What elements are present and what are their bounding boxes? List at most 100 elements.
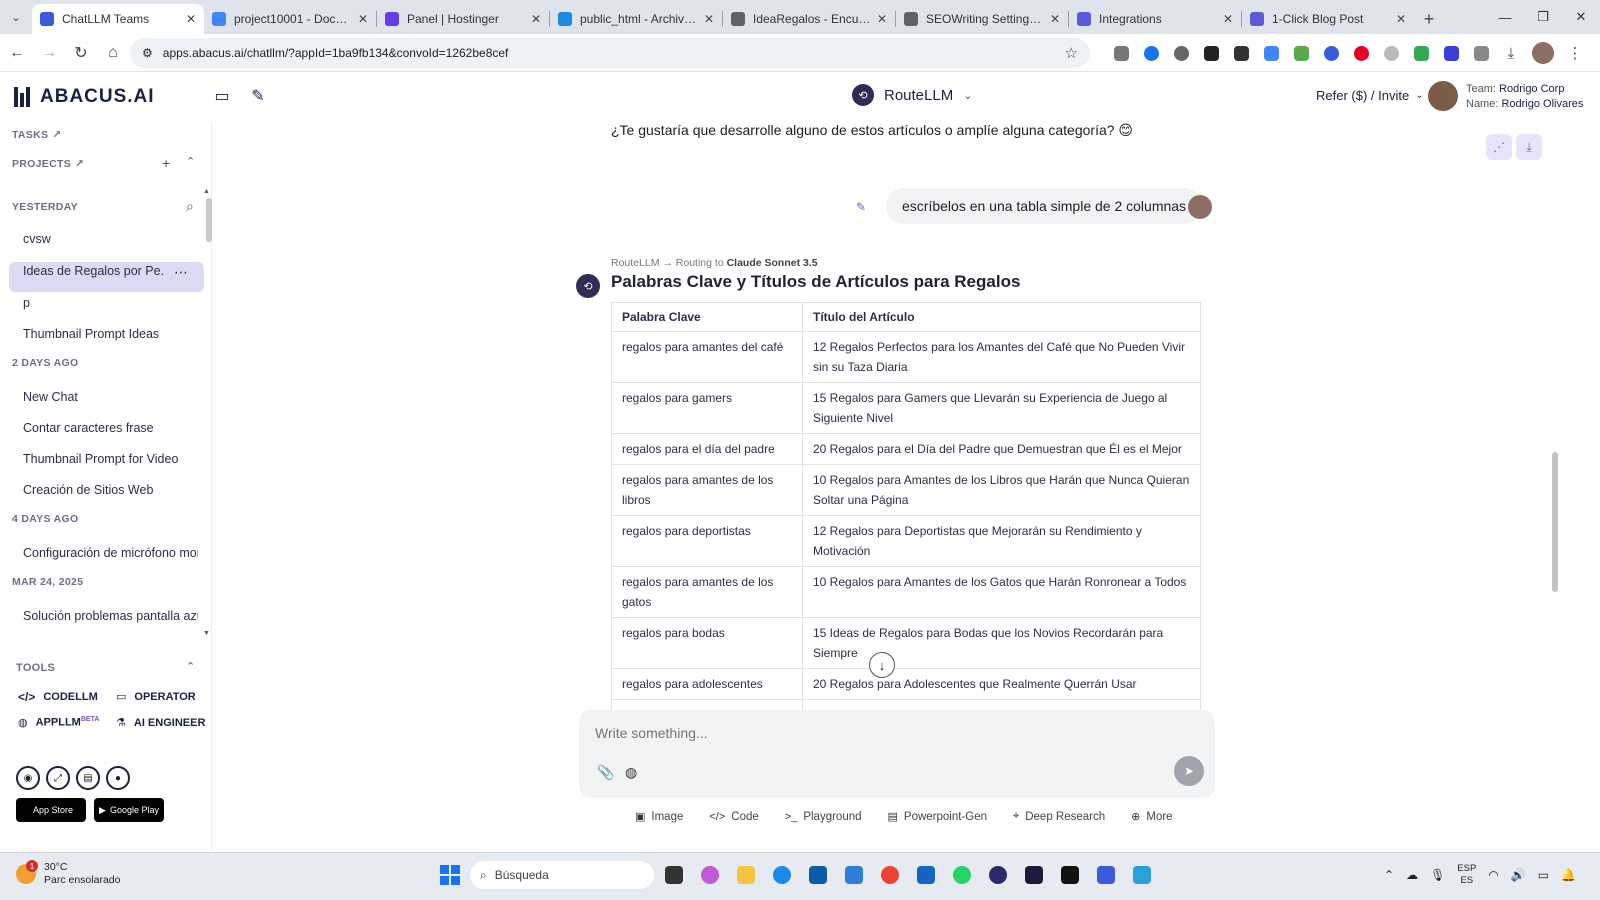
app-icon[interactable] — [1020, 861, 1048, 889]
sidebar-chat-item[interactable]: New Chat — [23, 390, 198, 404]
camera-extension-icon[interactable] — [1108, 40, 1134, 66]
store-icon[interactable] — [840, 861, 868, 889]
tab-close-icon[interactable]: ✕ — [704, 12, 714, 26]
onedrive-icon[interactable]: ☁ — [1406, 868, 1418, 882]
weather-widget[interactable]: 1 30°C Parc ensolarado — [16, 860, 120, 887]
tab-close-icon[interactable]: ✕ — [186, 12, 196, 26]
tasks-link[interactable]: TASKS ↗ — [12, 129, 61, 141]
sidebar-chat-item[interactable]: p — [23, 296, 198, 310]
sidebar-chat-item[interactable]: Solución problemas pantalla azul — [23, 609, 198, 623]
notepad-icon[interactable] — [1128, 861, 1156, 889]
collapse-tools-icon[interactable]: ⌃ — [186, 660, 195, 673]
link-icon[interactable]: ⤢ — [46, 766, 70, 790]
browser-tab[interactable]: Integrations ✕ — [1069, 4, 1241, 34]
tool-operator[interactable]: ▭ OPERATOR — [116, 690, 196, 704]
quick-action-image[interactable]: ▣ Image — [635, 810, 683, 824]
translate-icon[interactable] — [1258, 40, 1284, 66]
quick-action-deep-research[interactable]: ⌖ Deep Research — [1013, 810, 1105, 823]
tab-close-icon[interactable]: ✕ — [1396, 12, 1406, 26]
extension-icon[interactable] — [1318, 40, 1344, 66]
sidebar-chat-item[interactable]: Ideas de Regalos por Pe... — [23, 264, 163, 278]
team-info[interactable]: Team: Rodrigo Corp Name: Rodrigo Olivare… — [1466, 82, 1583, 112]
notifications-bell-icon[interactable]: 🔔 — [1561, 868, 1576, 882]
model-selector[interactable]: ⟲ RouteLLM ⌄ — [852, 84, 972, 106]
site-info-icon[interactable]: ⚙ — [142, 46, 153, 60]
browser-tab[interactable]: IdeaRegalos - Encuentra e ✕ — [723, 4, 895, 34]
sidebar-chat-item[interactable]: Configuración de micrófono mono — [23, 546, 198, 560]
tab-close-icon[interactable]: ✕ — [358, 12, 368, 26]
home-icon[interactable]: ⌂ — [98, 38, 128, 68]
tab-close-icon[interactable]: ✕ — [1223, 12, 1233, 26]
browser-tab[interactable]: project10001 - Document ✕ — [204, 4, 376, 34]
quick-action-more[interactable]: ⊕ More — [1131, 810, 1172, 824]
extension-icon[interactable] — [1438, 40, 1464, 66]
chat-options-icon[interactable]: ⋯ — [174, 264, 188, 281]
tool-appllm[interactable]: ◍ APPLLMBETA — [18, 716, 99, 729]
share-icon[interactable]: ⋰ — [1486, 134, 1512, 160]
windows-start-icon[interactable] — [440, 865, 460, 885]
search-chats-icon[interactable]: ⌕ — [186, 198, 194, 215]
scroll-to-bottom-button[interactable]: ↓ — [869, 652, 895, 678]
app-icon[interactable] — [1056, 861, 1084, 889]
task-view-icon[interactable] — [660, 861, 688, 889]
microphone-icon[interactable]: 🎙 — [1430, 868, 1445, 882]
tab-search-icon[interactable]: ⌄ — [0, 0, 32, 34]
browser-tab[interactable]: 1-Click Blog Post ✕ — [1242, 4, 1414, 34]
extension-icon[interactable] — [1408, 40, 1434, 66]
app-icon[interactable] — [912, 861, 940, 889]
extension-icon[interactable] — [1228, 40, 1254, 66]
scroll-up-icon[interactable]: ▲ — [203, 188, 210, 195]
edit-message-icon[interactable]: ✎ — [856, 200, 866, 214]
browser-tab[interactable]: ChatLLM Teams ✕ — [32, 4, 204, 34]
browser-tab[interactable]: Panel | Hostinger ✕ — [377, 4, 549, 34]
back-icon[interactable]: ← — [2, 38, 32, 68]
sidebar-chat-item[interactable]: Thumbnail Prompt Ideas — [23, 327, 198, 341]
bookmark-star-icon[interactable]: ☆ — [1065, 44, 1078, 62]
language-indicator[interactable]: ESP ES — [1457, 863, 1476, 887]
sidebar-chat-item[interactable]: cvsw — [23, 232, 198, 246]
add-project-icon[interactable]: + — [162, 155, 170, 171]
new-tab-button[interactable]: + — [1414, 4, 1444, 34]
github-icon[interactable]: ● — [106, 766, 130, 790]
volume-icon[interactable]: 🔊 — [1511, 868, 1526, 882]
discord-icon[interactable]: ◉ — [16, 766, 40, 790]
chevron-up-icon[interactable]: ⌃ — [1384, 868, 1394, 882]
sidebar-chat-item[interactable]: Creación de Sitios Web — [23, 483, 198, 497]
send-button[interactable]: ➤ — [1174, 756, 1204, 786]
restore-icon[interactable]: ❐ — [1524, 0, 1562, 34]
message-input[interactable] — [595, 720, 1175, 746]
quick-action-powerpoint-gen[interactable]: ▤ Powerpoint-Gen — [888, 810, 988, 824]
close-window-icon[interactable]: ✕ — [1562, 0, 1600, 34]
minimize-icon[interactable]: — — [1486, 0, 1524, 34]
pinterest-icon[interactable] — [1348, 40, 1374, 66]
team-avatar[interactable] — [1428, 81, 1458, 111]
extension-icon[interactable] — [1198, 40, 1224, 66]
extensions-puzzle-icon[interactable] — [1468, 40, 1494, 66]
reload-icon[interactable]: ↻ — [66, 38, 96, 68]
wifi-icon[interactable]: ◠ — [1488, 868, 1498, 882]
whatsapp-icon[interactable] — [948, 861, 976, 889]
tab-close-icon[interactable]: ✕ — [531, 12, 541, 26]
web-search-globe-icon[interactable]: ◍ — [625, 764, 637, 781]
collapse-projects-icon[interactable]: ⌃ — [186, 155, 195, 168]
extension-icon[interactable] — [1378, 40, 1404, 66]
browser-tab[interactable]: public_html - Archivos - F ✕ — [550, 4, 722, 34]
tab-close-icon[interactable]: ✕ — [877, 12, 887, 26]
extension-icon[interactable] — [1138, 40, 1164, 66]
forward-icon[interactable]: → — [34, 38, 64, 68]
new-chat-icon[interactable]: ✎ — [248, 86, 268, 106]
browser-tab[interactable]: SEOWriting Settings < ide ✕ — [896, 4, 1068, 34]
headphones-icon[interactable] — [984, 861, 1012, 889]
address-bar[interactable]: ⚙ apps.abacus.ai/chatllm/?appId=1ba9fb13… — [130, 38, 1090, 68]
sidebar-chat-item[interactable]: Contar caracteres frase — [23, 421, 198, 435]
quick-action-code[interactable]: </> Code — [709, 810, 758, 823]
zoom-icon[interactable] — [1168, 40, 1194, 66]
extension-icon[interactable] — [1288, 40, 1314, 66]
download-icon[interactable]: ⤓ — [1498, 40, 1524, 66]
browser-menu-icon[interactable]: ⋮ — [1562, 40, 1588, 66]
scroll-down-icon[interactable]: ▼ — [203, 630, 210, 637]
tool-ai-engineer[interactable]: ⚗ AI ENGINEER — [116, 716, 205, 730]
refer-invite-button[interactable]: Refer ($) / Invite ⌄ — [1316, 88, 1424, 103]
projects-link[interactable]: PROJECTS ↗ — [12, 158, 84, 170]
edge-icon[interactable] — [768, 861, 796, 889]
